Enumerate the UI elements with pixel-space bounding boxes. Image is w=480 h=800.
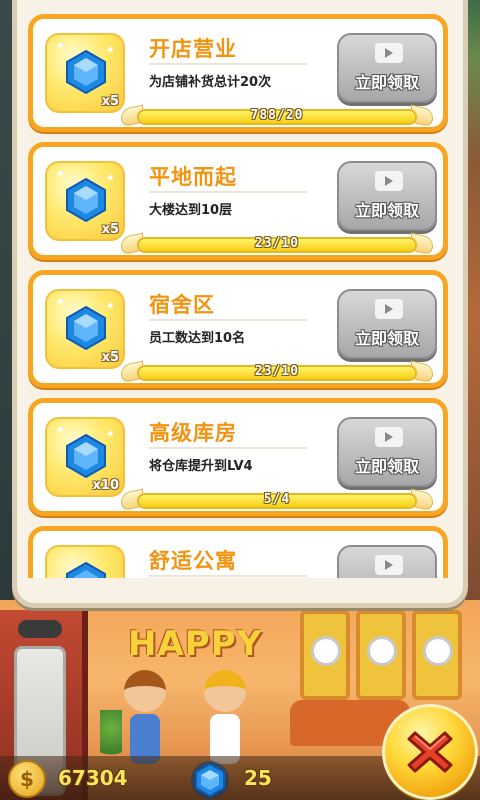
progress-bar: 23/10 bbox=[121, 232, 433, 256]
task-title: 平地而起 bbox=[149, 165, 237, 189]
elevator-indicator bbox=[18, 620, 62, 638]
progress-bar: 788/20 bbox=[121, 104, 433, 128]
gem-count: 25 bbox=[244, 766, 272, 790]
coin-count: 67304 bbox=[58, 766, 128, 790]
claim-label: 立即领取 bbox=[354, 329, 419, 348]
reward-tile: ✦ ✦ x5 bbox=[45, 161, 125, 241]
happy-sign: HAPPY bbox=[128, 624, 263, 664]
claim-label: 立即领取 bbox=[354, 73, 419, 92]
wall-clock-panel bbox=[412, 610, 462, 700]
task-description: 大楼达到10层 bbox=[149, 203, 233, 218]
task-title: 舒适公寓 bbox=[149, 549, 237, 573]
task-card: ✦ ✦ x5 开店营业 为店铺补货总计20次 立即领取 788/20 bbox=[28, 14, 448, 132]
progress-text: 23/10 bbox=[254, 364, 300, 379]
progress-text: 5/4 bbox=[263, 492, 291, 507]
reward-tile bbox=[45, 545, 125, 578]
task-title: 高级库房 bbox=[149, 421, 237, 445]
claim-button[interactable]: 立即领取 bbox=[337, 417, 437, 487]
claim-button[interactable]: 立即领取 bbox=[337, 289, 437, 359]
progress-text: 23/10 bbox=[254, 236, 300, 251]
blue-gem-icon bbox=[66, 561, 106, 578]
blue-gem-icon bbox=[66, 177, 106, 223]
task-description: 为店铺补货总计20次 bbox=[149, 75, 272, 90]
blue-gem-icon bbox=[66, 49, 106, 95]
blue-gem-icon bbox=[66, 433, 106, 479]
reward-multiplier: x5 bbox=[101, 350, 119, 365]
claim-button[interactable]: 立即领取 bbox=[337, 33, 437, 103]
clock-icon bbox=[423, 636, 453, 666]
progress-bar: 5/4 bbox=[121, 488, 433, 512]
reward-tile: ✦ ✦ x10 bbox=[45, 417, 125, 497]
gem-icon bbox=[191, 761, 229, 799]
blue-gem-icon bbox=[66, 305, 106, 351]
claim-label: 立即领取 bbox=[354, 201, 419, 220]
reward-multiplier: x10 bbox=[92, 478, 119, 493]
close-x-icon bbox=[407, 731, 453, 773]
task-description: 员工数达到10名 bbox=[149, 331, 246, 346]
task-card: ✦ ✦ x5 平地而起 大楼达到10层 立即领取 23/10 bbox=[28, 142, 448, 260]
title-divider bbox=[149, 63, 307, 65]
title-divider bbox=[149, 319, 307, 321]
reward-tile: ✦ ✦ x5 bbox=[45, 33, 125, 113]
wall-clock-panel bbox=[300, 610, 350, 700]
clock-icon bbox=[367, 636, 397, 666]
title-divider bbox=[149, 575, 307, 577]
coin-icon: $ bbox=[8, 760, 46, 798]
task-card: ✦ ✦ x5 宿舍区 员工数达到10名 立即领取 23/10 bbox=[28, 270, 448, 388]
reward-tile: ✦ ✦ x5 bbox=[45, 289, 125, 369]
task-list[interactable]: ✦ ✦ x5 开店营业 为店铺补货总计20次 立即领取 788/20 ✦ ✦ x… bbox=[22, 0, 458, 578]
reward-multiplier: x5 bbox=[101, 94, 119, 109]
video-play-icon bbox=[375, 171, 403, 191]
claim-button[interactable] bbox=[337, 545, 437, 578]
title-divider bbox=[149, 447, 307, 449]
task-description: 将仓库提升到LV4 bbox=[149, 459, 253, 474]
close-button[interactable] bbox=[382, 704, 478, 800]
progress-bar: 23/10 bbox=[121, 360, 433, 384]
title-divider bbox=[149, 191, 307, 193]
task-title: 宿舍区 bbox=[149, 293, 215, 317]
video-play-icon bbox=[375, 555, 403, 575]
video-play-icon bbox=[375, 427, 403, 447]
wall-clock-panel bbox=[356, 610, 406, 700]
claim-label: 立即领取 bbox=[354, 457, 419, 476]
claim-button[interactable]: 立即领取 bbox=[337, 161, 437, 231]
clock-icon bbox=[311, 636, 341, 666]
task-card: ✦ ✦ x10 高级库房 将仓库提升到LV4 立即领取 5/4 bbox=[28, 398, 448, 516]
video-play-icon bbox=[375, 43, 403, 63]
task-title: 开店营业 bbox=[149, 37, 237, 61]
video-play-icon bbox=[375, 299, 403, 319]
progress-text: 788/20 bbox=[250, 108, 304, 123]
task-card: 舒适公寓 bbox=[28, 526, 448, 578]
reward-multiplier: x5 bbox=[101, 222, 119, 237]
